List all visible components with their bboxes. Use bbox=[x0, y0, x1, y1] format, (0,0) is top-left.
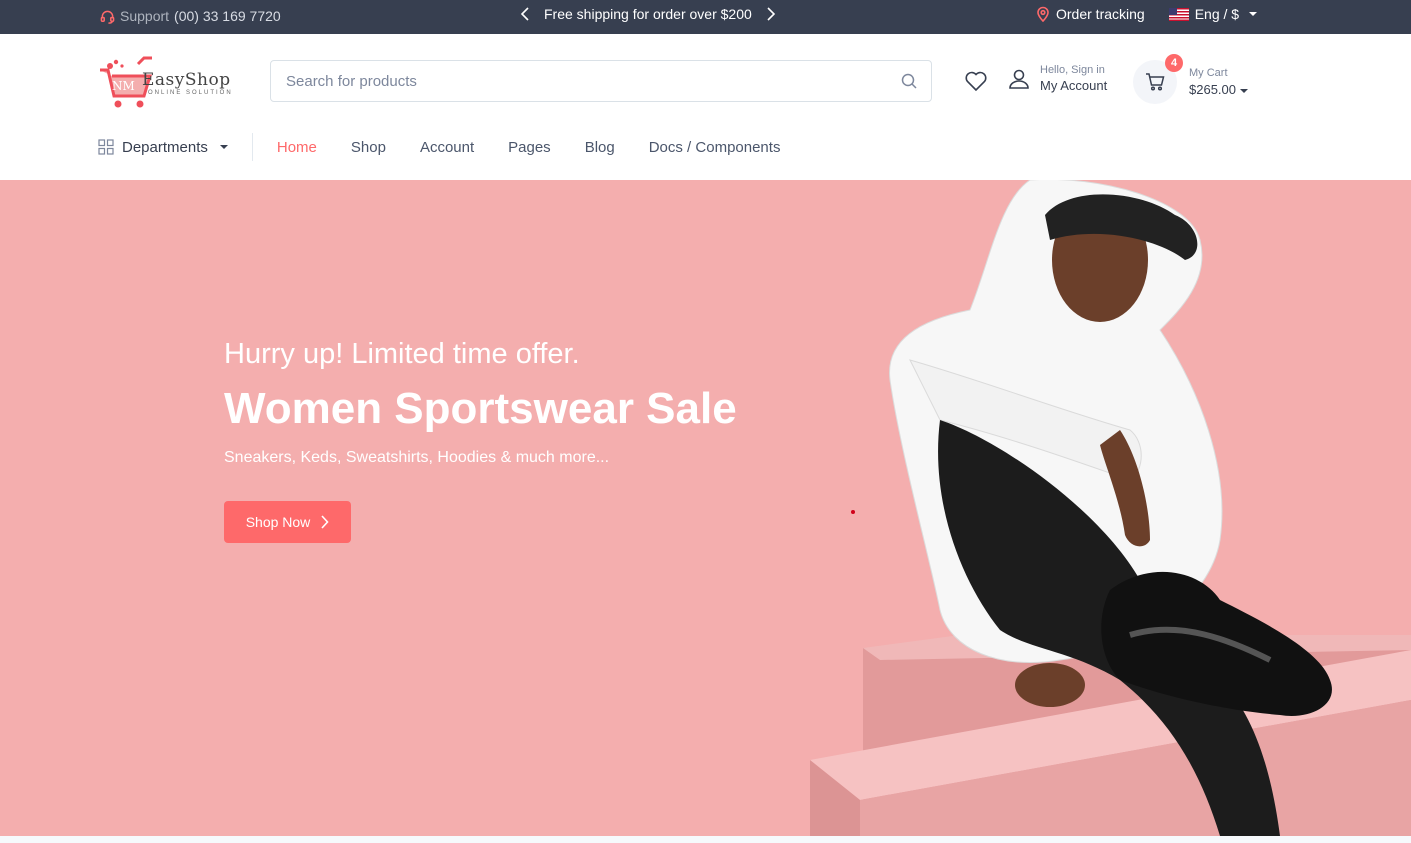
search-bar bbox=[270, 60, 932, 102]
hero-subtitle: Hurry up! Limited time offer. bbox=[224, 338, 580, 370]
hero-description: Sneakers, Keds, Sweatshirts, Hoodies & m… bbox=[224, 449, 610, 466]
cart-count-badge: 4 bbox=[1165, 54, 1183, 72]
cart-total: $265.00 bbox=[1189, 82, 1248, 97]
chevron-left-icon[interactable] bbox=[520, 6, 530, 22]
brand-name: EasyShop bbox=[142, 70, 231, 90]
brand-tagline: ONLINE SOLUTION bbox=[148, 90, 233, 96]
promo-carousel: Free shipping for order over $200 bbox=[520, 6, 776, 22]
nav-item-blog[interactable]: Blog bbox=[585, 139, 615, 156]
caret-down-icon bbox=[1240, 88, 1248, 93]
support-label: Support bbox=[120, 8, 170, 24]
topbar-right: Order tracking Eng / $ bbox=[1036, 6, 1258, 22]
cart-button[interactable]: 4 bbox=[1133, 54, 1183, 104]
top-bar: Support (00) 33 169 7720 Free shipping f… bbox=[0, 0, 1411, 34]
account-label: My Account bbox=[1040, 78, 1108, 93]
chevron-right-icon[interactable] bbox=[766, 6, 776, 22]
logo[interactable]: NM EasyShop ONLINE SOLUTION bbox=[98, 54, 238, 110]
chevron-right-icon bbox=[321, 515, 329, 529]
us-flag-icon bbox=[1168, 7, 1189, 21]
logo-mark: NM bbox=[112, 79, 135, 93]
hero-model-image bbox=[810, 180, 1411, 836]
support-phone[interactable]: (00) 33 169 7720 bbox=[174, 8, 281, 24]
account-greeting: Hello, Sign in bbox=[1040, 64, 1105, 76]
nav-item-account[interactable]: Account bbox=[420, 139, 474, 156]
cart-label: My Cart bbox=[1189, 67, 1228, 79]
nav-item-home[interactable]: Home bbox=[277, 139, 317, 156]
heart-icon[interactable] bbox=[964, 70, 988, 92]
shop-now-button[interactable]: Shop Now bbox=[224, 501, 351, 543]
support-info[interactable]: Support (00) 33 169 7720 bbox=[100, 8, 281, 24]
site-header: NM EasyShop ONLINE SOLUTION Hello, Sign … bbox=[0, 34, 1411, 180]
nav-item-pages[interactable]: Pages bbox=[508, 139, 551, 156]
main-nav: Departments Home Shop Account Pages Blog… bbox=[98, 132, 780, 162]
grid-icon bbox=[98, 139, 114, 155]
cart-total-value: $265.00 bbox=[1189, 82, 1236, 97]
indicator-dot bbox=[851, 510, 855, 514]
caret-down-icon bbox=[219, 145, 228, 149]
caret-down-icon bbox=[1249, 12, 1258, 16]
hero-banner: Hurry up! Limited time offer. Women Spor… bbox=[0, 180, 1411, 836]
nav-item-docs[interactable]: Docs / Components bbox=[649, 139, 781, 156]
cart-icon bbox=[1146, 73, 1165, 91]
nav-links: Home Shop Account Pages Blog Docs / Comp… bbox=[277, 139, 781, 156]
departments-label: Departments bbox=[122, 138, 208, 156]
map-pin-icon bbox=[1037, 6, 1049, 22]
search-input[interactable] bbox=[271, 61, 871, 101]
user-icon bbox=[1009, 69, 1029, 89]
language-currency-dropdown[interactable]: Eng / $ bbox=[1168, 6, 1258, 22]
nav-item-shop[interactable]: Shop bbox=[351, 139, 386, 156]
cart-dropdown[interactable]: 4 My Cart $265.00 bbox=[1133, 54, 1248, 104]
departments-dropdown[interactable]: Departments bbox=[98, 133, 253, 161]
lang-currency-label: Eng / $ bbox=[1194, 6, 1240, 22]
headset-icon bbox=[100, 10, 115, 24]
hero-title: Women Sportswear Sale bbox=[224, 384, 737, 433]
order-tracking-label: Order tracking bbox=[1056, 6, 1145, 22]
shop-now-label: Shop Now bbox=[245, 514, 311, 530]
order-tracking-link[interactable]: Order tracking bbox=[1036, 6, 1145, 22]
account-link[interactable]: Hello, Sign in My Account bbox=[1008, 64, 1107, 93]
promo-text: Free shipping for order over $200 bbox=[544, 6, 752, 22]
section-divider bbox=[0, 836, 1411, 843]
search-icon[interactable] bbox=[901, 73, 917, 89]
